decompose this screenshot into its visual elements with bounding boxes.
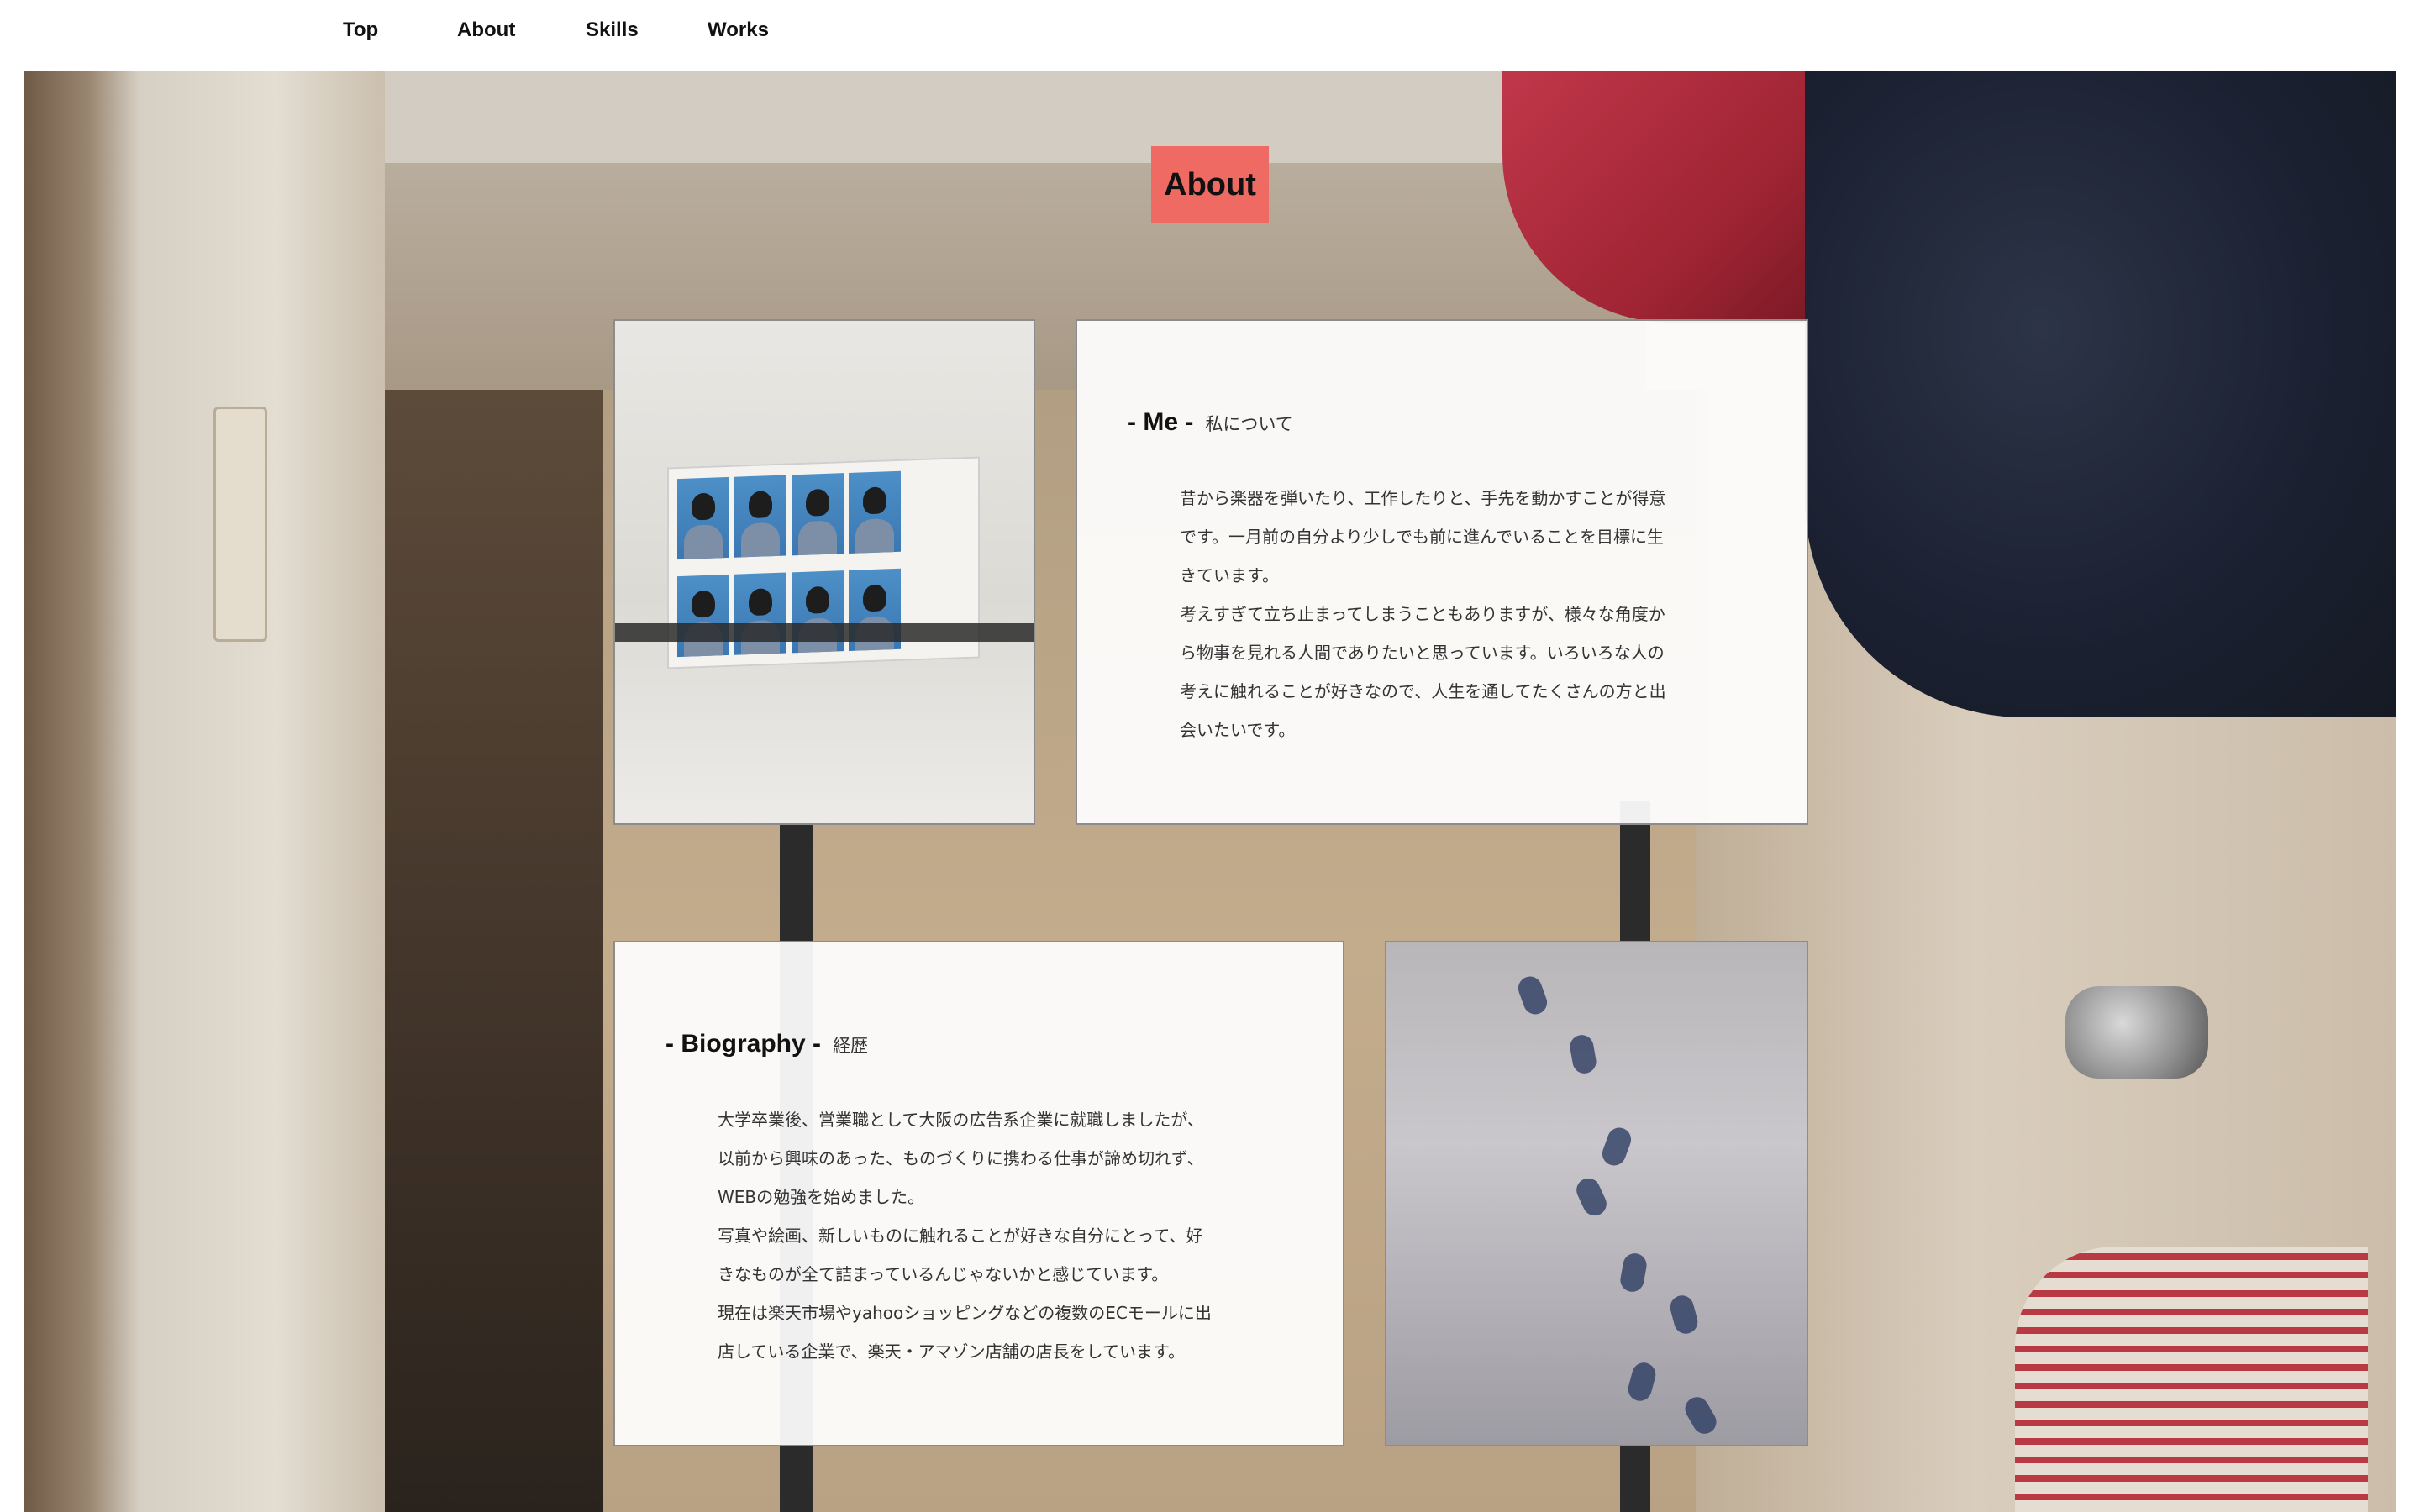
me-card: - Me - 私について 昔から楽器を弾いたり、工作したりと、手先を動かすことが得… [1076,319,1808,825]
bg-towel [2015,1247,2368,1512]
me-line: 昔から楽器を弾いたり、工作したりと、手先を動かすことが得意 [1180,488,1666,508]
me-body: 昔から楽器を弾いたり、工作したりと、手先を動かすことが得意 です。一月前の自分よ… [1180,479,1666,749]
top-nav: Top About Skills Works [0,0,2420,71]
biography-line: 店している企業で、楽天・アマゾン店舗の店長をしています。 [718,1341,1185,1362]
footprint [1618,1251,1649,1294]
biography-heading-sub: 経歴 [833,1036,868,1056]
footprint [1667,1293,1701,1336]
me-photo [613,319,1035,825]
footprint [1625,1360,1659,1404]
bg-jacket [1805,71,2396,717]
me-heading-sub: 私について [1205,414,1293,434]
bg-door-knob [2065,986,2208,1079]
me-line: です。一月前の自分より少しでも前に進んでいることを目標に生 [1180,527,1664,547]
footprint [1598,1124,1635,1169]
nav-link-works[interactable]: Works [708,18,769,42]
me-heading: - Me - 私について [1128,408,1293,437]
biography-heading-title: - Biography - [666,1030,821,1058]
biography-card: - Biography - 経歴 大学卒業後、営業職として大阪の広告系企業に就職し… [613,941,1344,1446]
footprint [1572,1174,1611,1220]
me-line: ら物事を見れる人間でありたいと思っています。いろいろな人の [1180,643,1665,663]
footprint [1681,1393,1721,1438]
biography-body: 大学卒業後、営業職として大阪の広告系企業に就職しましたが、 以前から興味のあった… [718,1100,1212,1371]
bg-wall-left [24,71,385,1512]
me-line: 考えすぎて立ち止まってしまうこともありますが、様々な角度か [1180,604,1665,624]
biography-heading: - Biography - 経歴 [666,1030,868,1058]
section-title-about: About [1151,146,1269,223]
footprint [1568,1032,1598,1076]
bg-cabinet [385,390,603,1512]
footprint [1514,973,1551,1018]
me-line: 考えに触れることが好きなので、人生を通してたくさんの方と出 [1180,681,1666,701]
nav-link-skills[interactable]: Skills [586,18,639,42]
me-line: きています。 [1180,565,1279,585]
me-line: 会いたいです。 [1180,720,1296,740]
snow-footprints-image [1385,941,1808,1446]
biography-line: 以前から興味のあった、ものづくりに携わる仕事が諦め切れず、 [718,1148,1204,1168]
biography-line: 現在は楽天市場やyahooショッピングなどの複数のECモールに出 [718,1303,1212,1323]
bg-ceiling [385,71,1645,163]
me-heading-title: - Me - [1128,408,1194,436]
nav-link-top[interactable]: Top [343,18,378,42]
biography-line: 大学卒業後、営業職として大阪の広告系企業に就職しましたが、 [718,1110,1204,1130]
nav-link-about[interactable]: About [457,18,515,42]
bg-light-switch [213,407,267,642]
biography-line: きなものが全て詰まっているんじゃないかと感じています。 [718,1264,1169,1284]
biography-line: WEBの勉強を始めました。 [718,1187,925,1207]
biography-line: 写真や絵画、新しいものに触れることが好きな自分にとって、好 [718,1226,1203,1246]
